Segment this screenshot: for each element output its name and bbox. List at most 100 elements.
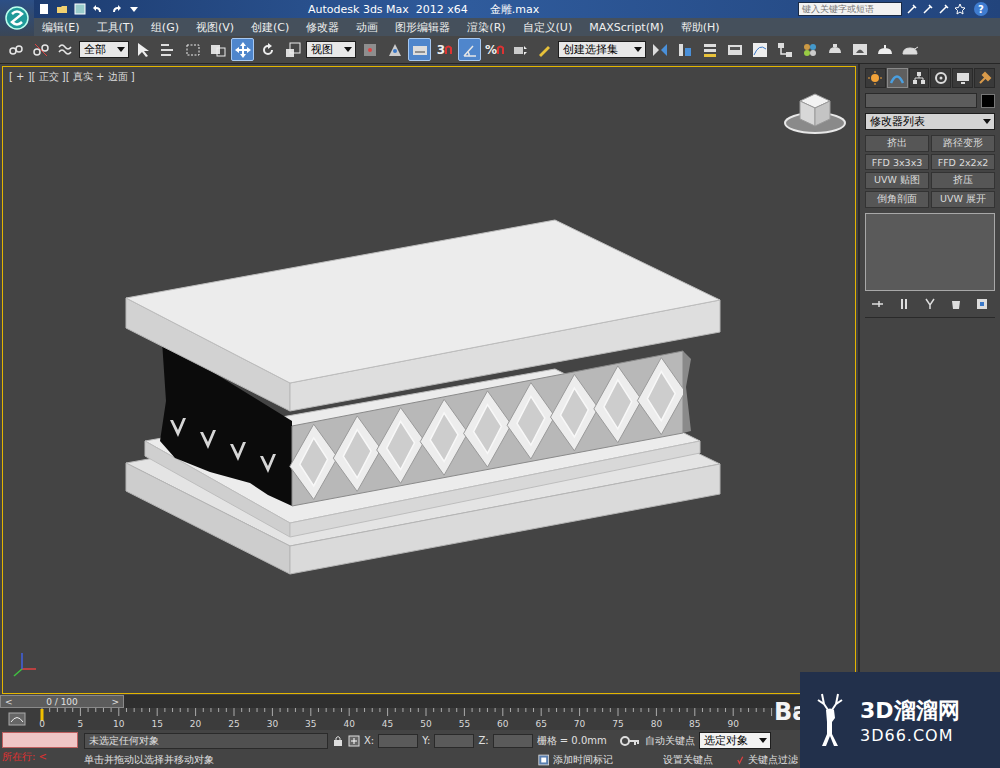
toolbar-button[interactable]: [54, 38, 77, 61]
menu-item[interactable]: MAXScript(M): [589, 21, 664, 34]
toolbar-button[interactable]: [4, 38, 27, 61]
toolbar-button[interactable]: [29, 38, 52, 61]
search-field[interactable]: 键入关键字或短语: [798, 2, 902, 16]
app-logo[interactable]: [0, 0, 34, 36]
wrench-icon[interactable]: [922, 3, 934, 15]
object-color-swatch[interactable]: [981, 94, 995, 108]
viewport-canvas[interactable]: [3, 67, 855, 693]
toolbar-button[interactable]: [898, 38, 921, 61]
modifier-stack[interactable]: [865, 213, 995, 291]
toolbar-button[interactable]: [673, 38, 696, 61]
key-icon[interactable]: [938, 3, 950, 15]
key-mode-dropdown[interactable]: 选定对象: [699, 732, 771, 749]
make-unique-icon[interactable]: [923, 297, 937, 311]
toolbar-button[interactable]: [156, 38, 179, 61]
coord-field[interactable]: [493, 734, 533, 748]
add-time-tag[interactable]: 添加时间标记: [553, 753, 659, 767]
quick-access-icon[interactable]: [56, 3, 68, 15]
quick-access-icon[interactable]: [92, 3, 104, 15]
modifier-button[interactable]: FFD 2x2x2: [931, 154, 995, 170]
toolbar-button[interactable]: [823, 38, 846, 61]
toolbar-button[interactable]: [648, 38, 671, 61]
modifier-button[interactable]: 倒角剖面: [865, 191, 929, 208]
panel-tab[interactable]: [974, 68, 995, 88]
panel-tab[interactable]: [930, 68, 951, 88]
toolbar-button[interactable]: [873, 38, 896, 61]
panel-tab[interactable]: [952, 68, 973, 88]
modifier-list-dropdown[interactable]: 修改器列表: [865, 113, 995, 130]
quick-access-icon[interactable]: [38, 3, 50, 15]
toolbar-dropdown[interactable]: 视图: [306, 41, 356, 58]
configure-sets-icon[interactable]: [975, 297, 989, 311]
modifier-button[interactable]: 挤出: [865, 135, 929, 152]
toolbar-button[interactable]: [256, 38, 279, 61]
snap-toggle-button[interactable]: 3: [433, 38, 456, 61]
coord-field[interactable]: [378, 734, 418, 748]
quick-access-icon[interactable]: [110, 3, 122, 15]
modifier-button[interactable]: UVW 展开: [931, 191, 995, 208]
modifier-button[interactable]: 路径变形: [931, 135, 995, 152]
show-end-result-icon[interactable]: [897, 297, 911, 311]
toolbar-button[interactable]: [773, 38, 796, 61]
toolbar-button[interactable]: [798, 38, 821, 61]
time-tag-icon[interactable]: [538, 753, 549, 767]
menu-item[interactable]: 组(G): [151, 20, 179, 35]
time-slider-thumb[interactable]: <0 / 100>: [0, 695, 124, 708]
toolbar-dropdown[interactable]: 创建选择集: [558, 41, 646, 58]
snap-toggle-button[interactable]: %: [483, 38, 506, 61]
toolbar-button[interactable]: [231, 38, 254, 61]
coord-field[interactable]: [434, 734, 474, 748]
object-name-field[interactable]: [865, 93, 977, 108]
menu-item[interactable]: 工具(T): [97, 20, 134, 35]
toolbar-button[interactable]: [181, 38, 204, 61]
toolbar-button[interactable]: [206, 38, 229, 61]
key-filters-button[interactable]: 关键点过滤: [748, 753, 798, 767]
binoculars-icon[interactable]: [906, 3, 918, 15]
quick-access-icon[interactable]: [128, 3, 140, 15]
absolute-mode-icon[interactable]: [348, 735, 360, 747]
help-button[interactable]: ?: [974, 2, 988, 16]
toolbar-button[interactable]: [358, 38, 381, 61]
menu-item[interactable]: 编辑(E): [42, 20, 80, 35]
pin-stack-icon[interactable]: [871, 297, 885, 311]
menu-item[interactable]: 帮助(H): [681, 20, 720, 35]
toolbar-button[interactable]: [131, 38, 154, 61]
panel-tab[interactable]: [887, 68, 908, 88]
set-key-button[interactable]: 设置关键点: [663, 753, 733, 767]
toolbar-button[interactable]: [533, 38, 556, 61]
toolbar-button[interactable]: [723, 38, 746, 61]
modifier-button[interactable]: FFD 3x3x3: [865, 154, 929, 170]
toolbar-button[interactable]: [281, 38, 304, 61]
toolbar-button[interactable]: [748, 38, 771, 61]
quick-access-icon[interactable]: [74, 3, 86, 15]
menu-item[interactable]: 修改器: [306, 20, 339, 35]
panel-tab[interactable]: [865, 68, 886, 88]
toolbar-button[interactable]: [458, 38, 481, 61]
remove-modifier-icon[interactable]: [949, 297, 963, 311]
menu-item[interactable]: 动画: [356, 20, 378, 35]
toolbar-button[interactable]: [848, 38, 871, 61]
maxscript-field[interactable]: [2, 732, 78, 748]
viewport-label[interactable]: [ + ][ 正交 ][ 真实 + 边面 ]: [9, 70, 135, 84]
panel-tab[interactable]: [909, 68, 930, 88]
toolbar-button[interactable]: [383, 38, 406, 61]
lock-icon[interactable]: [332, 735, 344, 747]
viewport[interactable]: [ + ][ 正交 ][ 真实 + 边面 ]: [2, 66, 856, 694]
star-icon[interactable]: [954, 3, 966, 15]
viewcube-icon[interactable]: [785, 94, 845, 133]
menu-item[interactable]: 创建(C): [251, 20, 289, 35]
pedestal-model[interactable]: [126, 220, 720, 574]
menu-item[interactable]: 渲染(R): [467, 20, 505, 35]
modifier-button[interactable]: UVW 贴图: [865, 172, 929, 189]
modifier-button[interactable]: 挤压: [931, 172, 995, 189]
toolbar-button[interactable]: [698, 38, 721, 61]
auto-key-button[interactable]: 自动关键点: [645, 734, 695, 748]
toolbar-dropdown[interactable]: 全部: [79, 41, 129, 58]
toolbar-button[interactable]: [408, 38, 431, 61]
menu-item[interactable]: 图形编辑器: [395, 20, 450, 35]
mini-curve-editor-button[interactable]: [0, 708, 34, 730]
menu-item[interactable]: 视图(V): [196, 20, 234, 35]
menu-item[interactable]: 自定义(U): [523, 20, 573, 35]
set-key-icon[interactable]: [619, 734, 641, 748]
toolbar-button[interactable]: [508, 38, 531, 61]
